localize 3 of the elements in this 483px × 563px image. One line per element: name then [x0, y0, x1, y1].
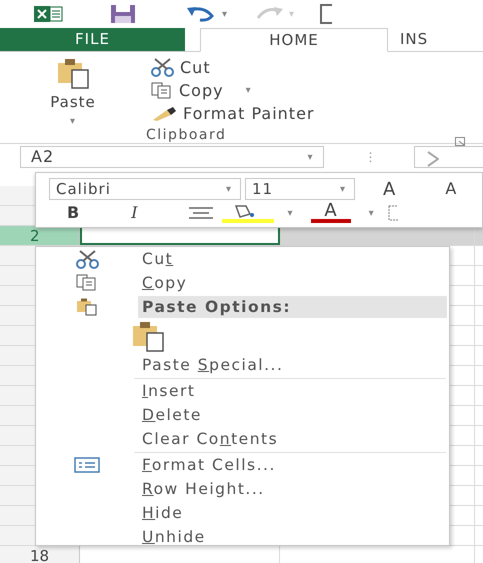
formula-bar-separator: ⋮	[364, 149, 376, 166]
group-label: Clipboard	[146, 126, 226, 145]
menu-heading: Paste Options:	[138, 296, 447, 318]
